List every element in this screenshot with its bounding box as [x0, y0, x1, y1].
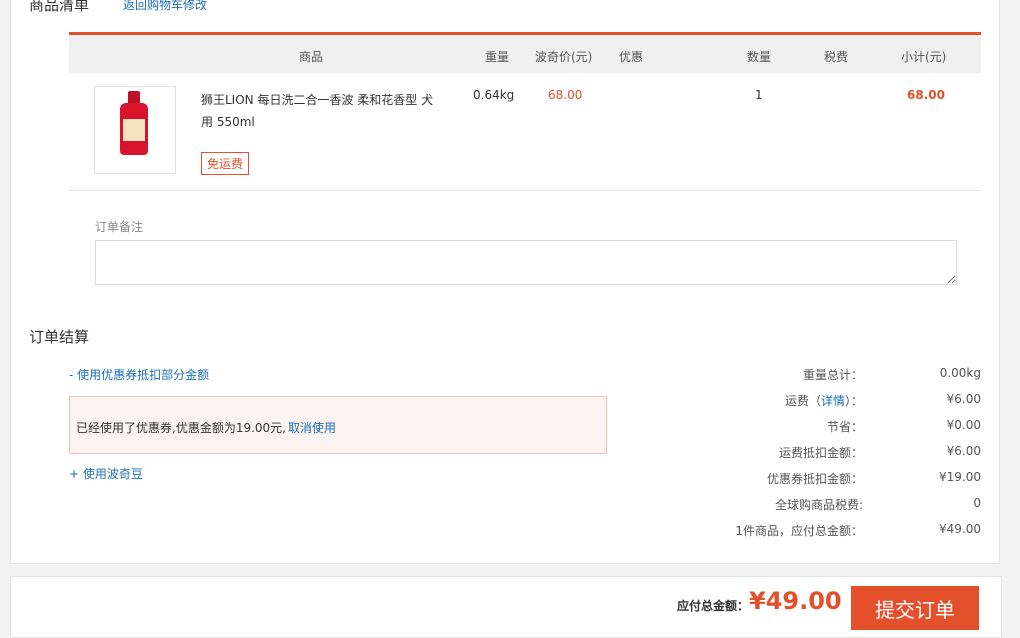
bottle-label-graphic: [123, 119, 145, 141]
checkout-footer-bar: 应付总金额： ¥49.00 提交订单: [10, 576, 1002, 638]
header-quantity: 数量: [747, 50, 772, 64]
order-main-panel: 商品清单 返回购物车修改 商品 重量 波奇价(元) 优惠 数量 税费 小计(元)…: [10, 0, 1000, 564]
summary-row-tax: 全球购商品税费: 0: [651, 496, 981, 522]
header-product: 商品: [299, 50, 324, 64]
product-price: 68.00: [548, 88, 583, 102]
header-price: 波奇价(元): [535, 50, 593, 64]
free-shipping-badge: 免运费: [201, 152, 250, 175]
use-coupon-toggle[interactable]: - 使用优惠券抵扣部分金额: [69, 366, 209, 383]
shipping-detail-link[interactable]: 详情: [821, 394, 845, 408]
product-image[interactable]: [94, 86, 176, 174]
back-to-cart-link[interactable]: 返回购物车修改: [123, 0, 207, 13]
header-discount: 优惠: [619, 50, 644, 64]
summary-tax-value: 0: [973, 496, 981, 510]
product-subtotal: 68.00: [907, 88, 945, 102]
summary-coupon-deduct-label: 优惠券抵扣金额：: [766, 472, 863, 486]
summary-payable-value: ¥49.00: [939, 522, 981, 536]
summary-row-shipping-deduct: 运费抵扣金额： ¥6.00: [651, 444, 981, 470]
summary-row-saved: 节省： ¥0.00: [651, 418, 981, 444]
coupon-applied-panel: 已经使用了优惠券,优惠金额为19.00元, 取消使用: [69, 396, 607, 454]
shipping-label-prefix: 运费（: [784, 394, 821, 408]
summary-weight-value: 0.00kg: [939, 366, 981, 380]
summary-coupon-deduct-value: ¥19.00: [939, 470, 981, 484]
cancel-coupon-link[interactable]: 取消使用: [288, 419, 336, 436]
summary-row-shipping: 运费（详情）： ¥6.00: [651, 392, 981, 418]
product-name[interactable]: 狮王LION 每日洗二合一香波 柔和花香型 犬用 550ml: [201, 89, 441, 133]
order-summary: 重量总计： 0.00kg 运费（详情）： ¥6.00 节省： ¥0.00 运费抵…: [651, 366, 981, 548]
summary-shipping-value: ¥6.00: [946, 392, 981, 406]
coupon-applied-text: 已经使用了优惠券,优惠金额为19.00元,: [76, 421, 286, 435]
submit-order-button[interactable]: 提交订单: [851, 586, 979, 630]
header-weight: 重量: [485, 50, 510, 64]
summary-weight-label: 重量总计：: [802, 368, 863, 382]
order-settlement-title: 订单结算: [29, 328, 90, 346]
summary-row-weight: 重量总计： 0.00kg: [651, 366, 981, 392]
summary-shipping-deduct-label: 运费抵扣金额：: [778, 446, 863, 460]
summary-tax-label: 全球购商品税费:: [774, 498, 863, 512]
table-row: 狮王LION 每日洗二合一香波 柔和花香型 犬用 550ml 免运费 0.64k…: [69, 72, 981, 191]
header-subtotal: 小计(元): [901, 50, 947, 64]
use-bean-toggle[interactable]: + 使用波奇豆: [69, 465, 143, 482]
footer-total-label: 应付总金额：: [677, 599, 750, 613]
summary-row-coupon-deduct: 优惠券抵扣金额： ¥19.00: [651, 470, 981, 496]
footer-total-value: ¥49.00: [749, 587, 842, 615]
summary-saved-value: ¥0.00: [946, 418, 981, 432]
order-remark-input[interactable]: [95, 240, 957, 285]
summary-row-payable: 1件商品，应付总金额： ¥49.00: [651, 522, 981, 548]
summary-shipping-deduct-value: ¥6.00: [946, 444, 981, 458]
header-tax: 税费: [824, 50, 849, 64]
product-quantity: 1: [755, 88, 763, 102]
order-remark-label: 订单备注: [95, 220, 144, 234]
table-header: 商品 重量 波奇价(元) 优惠 数量 税费 小计(元): [69, 32, 981, 73]
product-list-title: 商品清单: [29, 0, 90, 14]
summary-saved-label: 节省：: [826, 420, 863, 434]
shipping-label-suffix: ）：: [844, 394, 863, 408]
product-weight: 0.64kg: [473, 88, 515, 102]
summary-payable-label: 1件商品，应付总金额：: [735, 524, 863, 538]
summary-shipping-label: 运费（详情）：: [785, 392, 863, 409]
